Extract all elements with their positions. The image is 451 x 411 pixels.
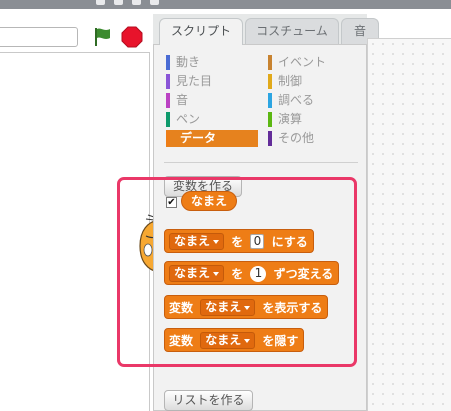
category-color-bar	[166, 74, 170, 89]
highlight-box	[117, 177, 357, 367]
category-color-bar	[166, 55, 170, 70]
category-pen[interactable]: ペン	[166, 111, 258, 128]
stop-icon[interactable]	[121, 26, 143, 48]
category-label: データ	[180, 131, 217, 145]
help-icon[interactable]	[150, 0, 159, 5]
category-label: 見た目	[176, 74, 213, 88]
grow-icon[interactable]	[132, 0, 141, 5]
category-label: 制御	[278, 74, 303, 88]
category-label: イベント	[278, 55, 327, 69]
category-color-bar	[268, 74, 272, 89]
category-color-bar	[268, 55, 272, 70]
category-list: 動き イベント 見た目 制御 音 調べる ペン 演算 データ その他	[166, 54, 356, 158]
category-sensing[interactable]: 調べる	[268, 92, 360, 109]
project-title-input[interactable]	[0, 27, 78, 47]
menu-bar	[0, 0, 451, 9]
tab-costumes[interactable]: コスチューム	[245, 18, 339, 45]
category-looks[interactable]: 見た目	[166, 73, 258, 90]
scripts-area[interactable]	[367, 38, 451, 411]
category-color-bar	[166, 93, 170, 108]
category-events[interactable]: イベント	[268, 54, 360, 71]
category-label: 動き	[176, 55, 201, 69]
make-list-button[interactable]: リストを作る	[164, 390, 253, 411]
category-label: その他	[278, 131, 315, 145]
palette-tabs: スクリプト コスチューム 音	[153, 18, 379, 45]
category-divider	[164, 162, 358, 163]
category-color-bar	[268, 93, 272, 108]
category-motion[interactable]: 動き	[166, 54, 258, 71]
category-more-blocks[interactable]: その他	[268, 130, 360, 147]
delete-icon[interactable]	[114, 0, 123, 5]
category-color-bar	[268, 112, 272, 127]
duplicate-icon[interactable]	[96, 0, 105, 5]
green-flag-icon[interactable]	[92, 26, 114, 48]
category-label: 調べる	[278, 93, 315, 107]
tab-scripts[interactable]: スクリプト	[159, 18, 243, 45]
category-data[interactable]: データ	[166, 130, 258, 147]
category-label: ペン	[176, 112, 201, 126]
category-color-bar	[268, 131, 272, 146]
category-sound[interactable]: 音	[166, 92, 258, 109]
category-label: 音	[176, 93, 189, 107]
category-color-bar	[166, 112, 170, 127]
category-operators[interactable]: 演算	[268, 111, 360, 128]
category-label: 演算	[278, 112, 303, 126]
category-color-bar	[166, 131, 170, 146]
category-control[interactable]: 制御	[268, 73, 360, 90]
